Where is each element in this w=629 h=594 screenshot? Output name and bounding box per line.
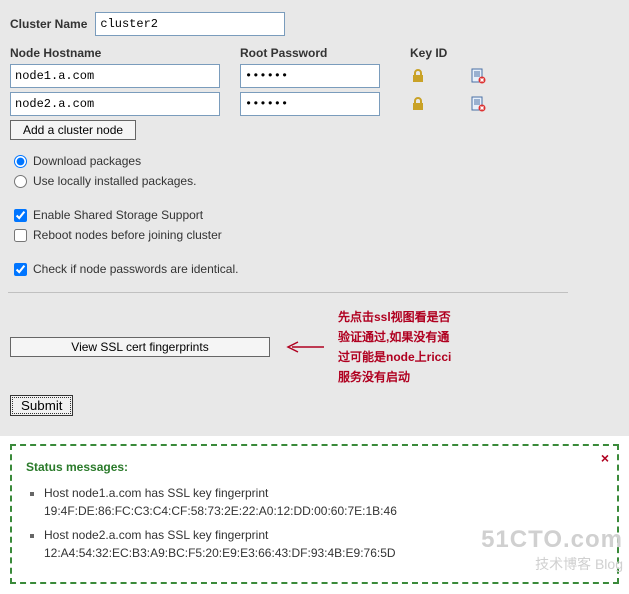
annotation-line: 过可能是node上ricci bbox=[338, 347, 451, 367]
node-hostname-input[interactable] bbox=[10, 64, 220, 88]
submit-button[interactable]: Submit bbox=[10, 395, 73, 416]
status-messages-panel: × Status messages: Host node1.a.com has … bbox=[10, 444, 619, 584]
download-packages-label: Download packages bbox=[33, 154, 141, 168]
add-node-button[interactable]: Add a cluster node bbox=[10, 120, 136, 140]
table-row bbox=[10, 92, 619, 116]
node-password-input[interactable] bbox=[240, 64, 380, 88]
annotation-text: 先点击ssl视图看是否 验证通过,如果没有通 过可能是node上ricci 服务… bbox=[338, 307, 451, 387]
reboot-nodes-label: Reboot nodes before joining cluster bbox=[33, 228, 222, 242]
delete-node-icon[interactable] bbox=[470, 96, 510, 112]
annotation-line: 验证通过,如果没有通 bbox=[338, 327, 451, 347]
close-icon[interactable]: × bbox=[601, 450, 609, 466]
status-list: Host node1.a.com has SSL key fingerprint… bbox=[44, 484, 603, 562]
status-title: Status messages: bbox=[26, 460, 603, 474]
list-item: Host node2.a.com has SSL key fingerprint… bbox=[44, 526, 603, 562]
col-header-keyid: Key ID bbox=[410, 46, 470, 60]
arrow-icon bbox=[284, 340, 324, 354]
view-ssl-button[interactable]: View SSL cert fingerprints bbox=[10, 337, 270, 357]
lock-icon bbox=[410, 68, 470, 84]
annotation-line: 服务没有启动 bbox=[338, 367, 451, 387]
status-message: Host node1.a.com has SSL key fingerprint… bbox=[44, 486, 397, 518]
list-item: Host node1.a.com has SSL key fingerprint… bbox=[44, 484, 603, 520]
node-table-header: Node Hostname Root Password Key ID bbox=[10, 46, 619, 60]
shared-storage-label: Enable Shared Storage Support bbox=[33, 208, 203, 222]
col-header-password: Root Password bbox=[240, 46, 410, 60]
cluster-name-row: Cluster Name bbox=[10, 12, 619, 36]
node-password-input[interactable] bbox=[240, 92, 380, 116]
lock-icon bbox=[410, 96, 470, 112]
cluster-form: Cluster Name Node Hostname Root Password… bbox=[0, 0, 629, 436]
check-passwords-label: Check if node passwords are identical. bbox=[33, 262, 238, 276]
use-local-packages-radio[interactable] bbox=[14, 175, 27, 188]
reboot-nodes-checkbox[interactable] bbox=[14, 229, 27, 242]
shared-storage-checkbox[interactable] bbox=[14, 209, 27, 222]
cluster-name-label: Cluster Name bbox=[10, 17, 87, 31]
node-table: Node Hostname Root Password Key ID bbox=[10, 46, 619, 140]
use-local-packages-label: Use locally installed packages. bbox=[33, 174, 196, 188]
check-passwords-checkbox[interactable] bbox=[14, 263, 27, 276]
node-hostname-input[interactable] bbox=[10, 92, 220, 116]
table-row bbox=[10, 64, 619, 88]
delete-node-icon[interactable] bbox=[470, 68, 510, 84]
options-group: Download packages Use locally installed … bbox=[10, 154, 619, 276]
separator bbox=[8, 292, 568, 293]
download-packages-radio[interactable] bbox=[14, 155, 27, 168]
annotation-line: 先点击ssl视图看是否 bbox=[338, 307, 451, 327]
cluster-name-input[interactable] bbox=[95, 12, 285, 36]
status-message: Host node2.a.com has SSL key fingerprint… bbox=[44, 528, 396, 560]
col-header-hostname: Node Hostname bbox=[10, 46, 240, 60]
